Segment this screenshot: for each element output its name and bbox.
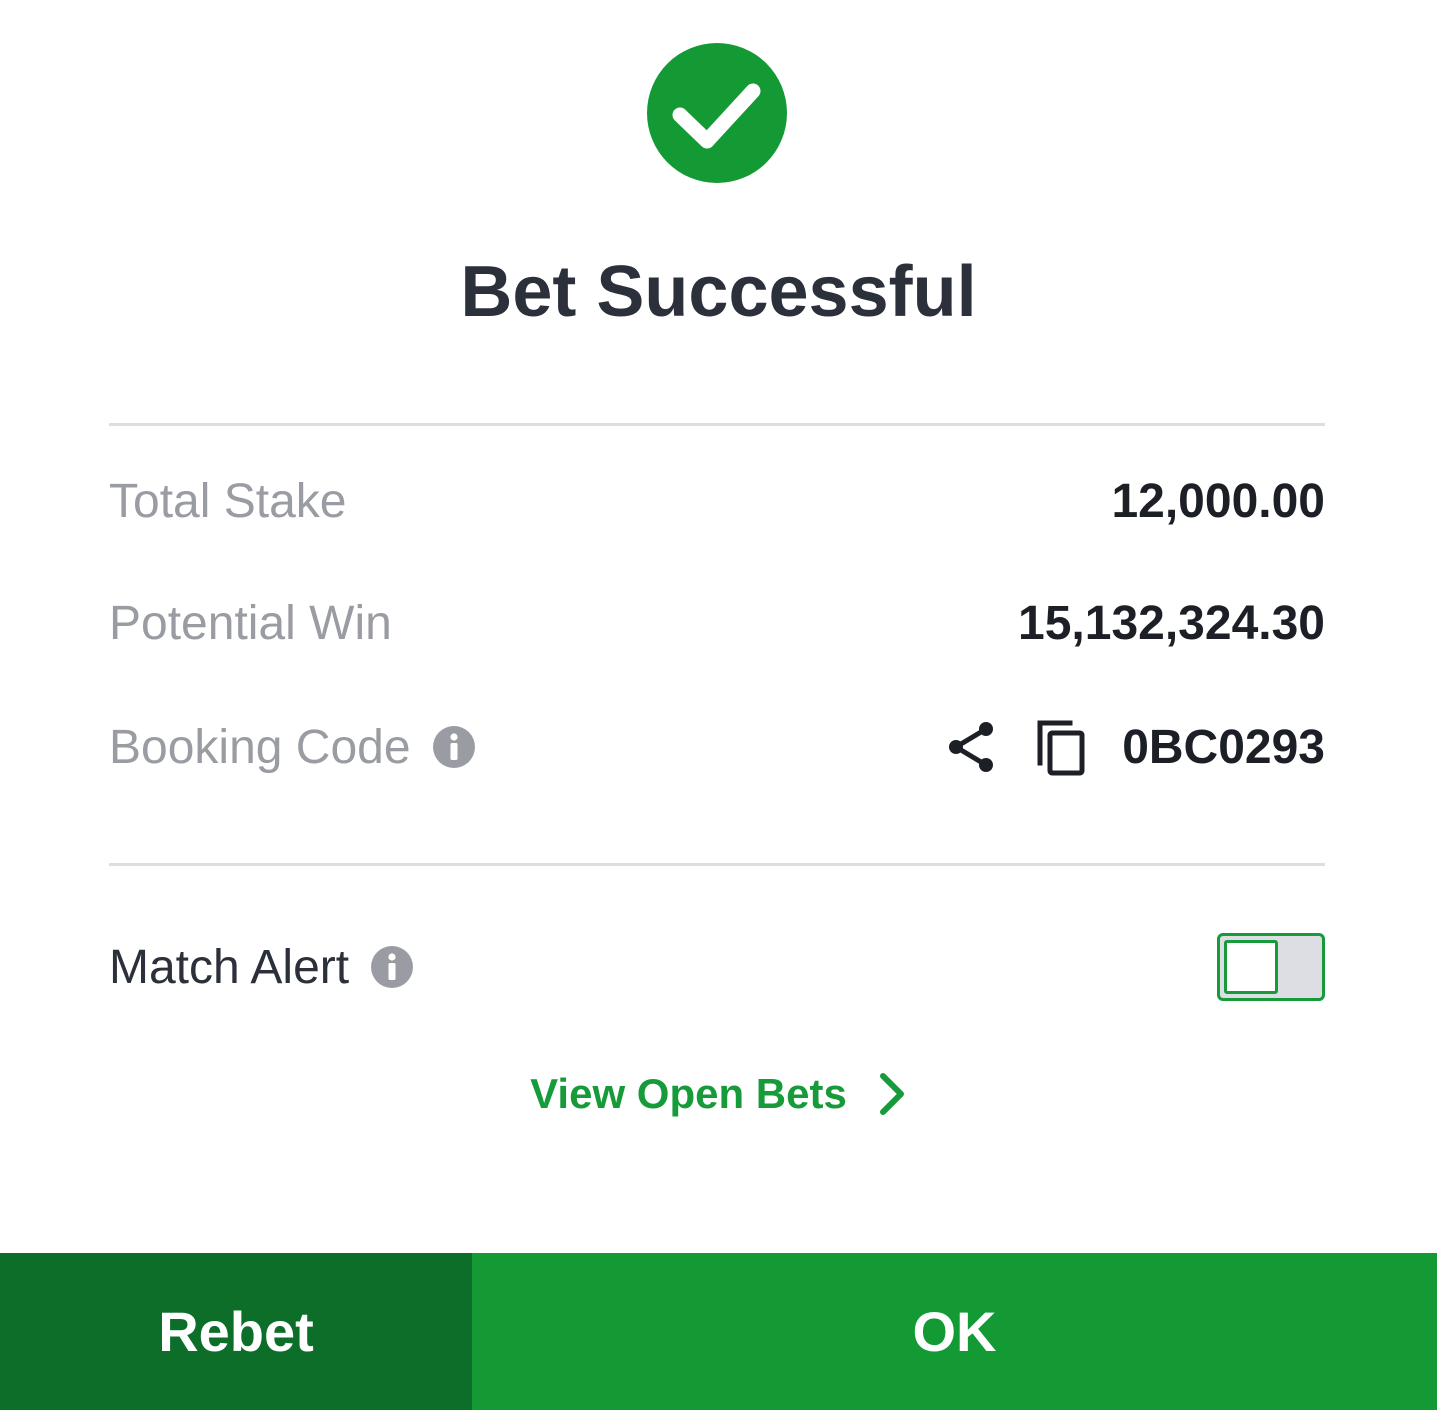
booking-code-value[interactable]: 0BC0293 (1122, 720, 1325, 775)
rebet-button[interactable]: Rebet (0, 1253, 472, 1410)
booking-code-actions: 0BC0293 (944, 717, 1325, 777)
page-title: Bet Successful (460, 252, 977, 332)
potential-win-label: Potential Win (109, 596, 392, 650)
share-icon[interactable] (944, 719, 998, 775)
view-open-bets-label: View Open Bets (530, 1070, 847, 1117)
check-circle-icon (647, 43, 787, 183)
toggle-knob (1224, 940, 1278, 994)
divider (109, 423, 1325, 426)
match-alert-label-group: Match Alert (109, 940, 414, 995)
match-alert-toggle[interactable] (1217, 933, 1325, 1001)
total-stake-value: 12,000.00 (1111, 474, 1325, 528)
match-alert-row: Match Alert (109, 932, 1325, 1002)
potential-win-row: Potential Win 15,132,324.30 (109, 588, 1325, 658)
ok-button[interactable]: OK (472, 1253, 1437, 1410)
total-stake-row: Total Stake 12,000.00 (109, 466, 1325, 536)
booking-code-row: Booking Code 0BC0293 (109, 712, 1325, 782)
potential-win-value: 15,132,324.30 (1018, 596, 1325, 650)
copy-icon[interactable] (1034, 717, 1088, 777)
footer-actions: Rebet OK (0, 1253, 1437, 1410)
total-stake-label: Total Stake (109, 474, 347, 528)
bet-success-dialog: Bet Successful Total Stake 12,000.00 Pot… (0, 0, 1437, 1410)
view-open-bets-link[interactable]: View Open Bets (0, 1070, 1437, 1118)
info-icon[interactable] (432, 726, 475, 768)
match-alert-label: Match Alert (109, 940, 350, 994)
booking-code-label: Booking Code (109, 720, 411, 774)
info-icon[interactable] (371, 946, 414, 988)
chevron-right-icon (879, 1073, 904, 1115)
divider (109, 863, 1325, 866)
booking-code-label-group: Booking Code (109, 720, 475, 775)
